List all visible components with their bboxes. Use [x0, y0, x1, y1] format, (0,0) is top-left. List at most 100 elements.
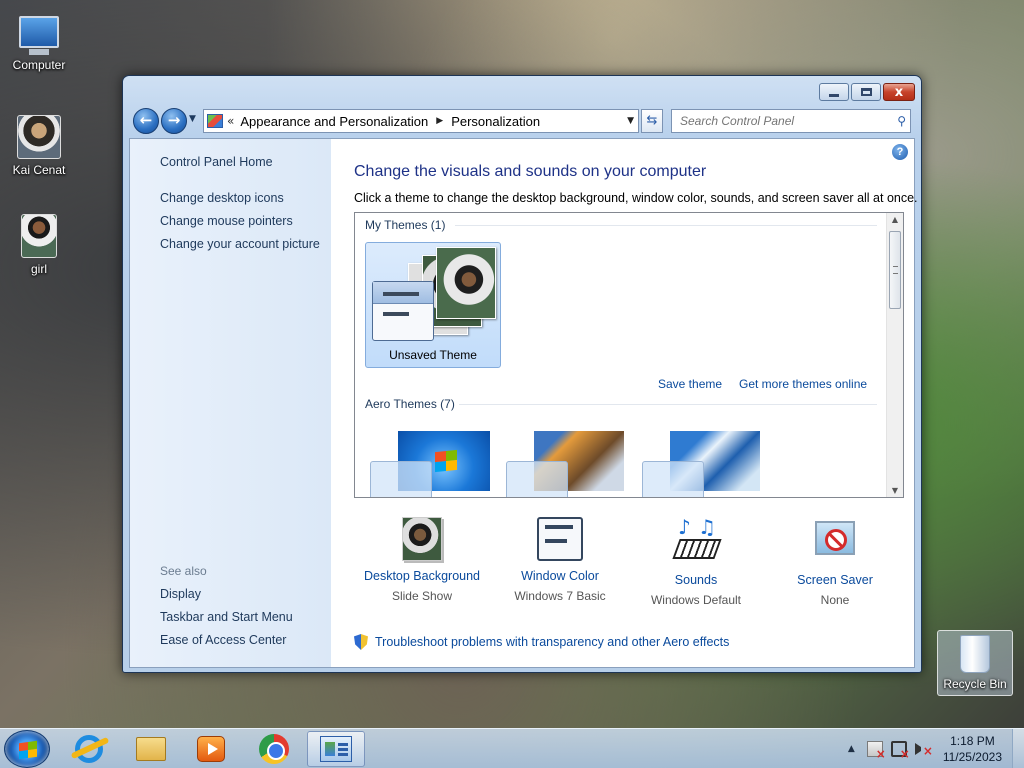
group-divider [459, 404, 877, 405]
folder-icon [136, 737, 166, 761]
breadcrumb-personalization[interactable]: Personalization [451, 114, 540, 129]
address-bar[interactable]: « Appearance and Personalization ▶ Perso… [203, 109, 639, 133]
address-dropdown-icon[interactable]: ▼ [627, 116, 634, 126]
taskbar-control-panel[interactable] [307, 731, 365, 767]
theme-unsaved[interactable]: Unsaved Theme [365, 242, 501, 368]
breadcrumb-separator-icon[interactable]: ▶ [436, 116, 443, 126]
page-title: Change the visuals and sounds on your co… [354, 163, 707, 180]
arrow-left-icon: ← [139, 111, 153, 129]
show-desktop-button[interactable] [1012, 729, 1024, 768]
my-themes-heading: My Themes (1) [365, 218, 446, 232]
group-divider [455, 225, 877, 226]
search-input[interactable] [680, 114, 880, 128]
close-button[interactable]: x [883, 83, 915, 101]
shield-icon [354, 634, 368, 650]
setting-title: Desktop Background [363, 569, 481, 583]
screen-saver-button[interactable]: Screen Saver None [765, 517, 905, 607]
window-preview-icon [642, 461, 704, 497]
desktop-icon-label: Kai Cenat [12, 163, 66, 177]
theme-settings: Desktop Background Slide Show Window Col… [354, 517, 904, 617]
sidebar-link-display[interactable]: Display [160, 587, 201, 601]
search-icon[interactable]: ⚲ [897, 114, 906, 128]
recent-pages-dropdown[interactable]: ▼ [189, 114, 196, 124]
main-panel: ? Change the visuals and sounds on your … [331, 139, 918, 667]
aero-themes-heading: Aero Themes (7) [365, 397, 455, 411]
clock-time: 1:18 PM [950, 734, 995, 748]
content-area: Control Panel Home Change desktop icons … [129, 138, 918, 668]
themes-scrollbar[interactable]: ▲ ▼ [886, 213, 903, 497]
show-hidden-icons-icon[interactable]: ▲ [848, 744, 855, 754]
title-bar[interactable]: x [123, 76, 921, 106]
desktop-icon-computer[interactable]: Computer [1, 8, 77, 72]
window-color-icon [537, 517, 583, 561]
breadcrumb-overflow[interactable]: « [227, 114, 234, 128]
page-subtitle: Click a theme to change the desktop back… [354, 191, 918, 205]
desktop-background-button[interactable]: Desktop Background Slide Show [352, 517, 492, 603]
start-button[interactable] [4, 730, 50, 768]
media-player-icon [197, 736, 225, 762]
troubleshoot-label: Troubleshoot problems with transparency … [375, 635, 730, 649]
theme-aero-architecture[interactable] [501, 431, 631, 497]
search-box[interactable]: ⚲ [671, 109, 911, 133]
setting-value: Windows Default [650, 593, 742, 607]
scroll-up-icon[interactable]: ▲ [887, 215, 903, 224]
taskbar-internet-explorer[interactable] [60, 731, 118, 767]
taskbar-media-player[interactable] [182, 731, 240, 767]
image-file-icon [21, 214, 57, 258]
network-icon[interactable] [890, 741, 910, 761]
sounds-icon: ♪ ♫ [672, 517, 722, 565]
minimize-button[interactable] [819, 83, 849, 101]
desktop-icon-label: girl [30, 262, 47, 276]
windows-logo-icon [19, 740, 37, 760]
taskbar-chrome[interactable] [245, 731, 303, 767]
desktop-icon-label: Recycle Bin [943, 677, 1007, 691]
window-preview-icon [506, 461, 568, 497]
themes-list: My Themes (1) Unsaved Theme Save theme G… [354, 212, 904, 498]
sidebar-link-ease-of-access[interactable]: Ease of Access Center [160, 633, 286, 647]
action-center-icon[interactable] [866, 741, 886, 761]
sidebar-link-taskbar-start-menu[interactable]: Taskbar and Start Menu [160, 610, 293, 624]
maximize-button[interactable] [851, 83, 881, 101]
troubleshoot-link[interactable]: Troubleshoot problems with transparency … [354, 634, 729, 650]
sidebar-link-control-panel-home[interactable]: Control Panel Home [160, 155, 273, 169]
forward-button[interactable]: → [161, 108, 187, 134]
theme-aero-characters[interactable] [637, 431, 767, 497]
clock[interactable]: 1:18 PM 11/25/2023 [943, 733, 1002, 765]
desktop-icon-label: Computer [12, 58, 66, 72]
sidebar-link-change-desktop-icons[interactable]: Change desktop icons [160, 191, 284, 205]
screen-saver-icon [811, 517, 859, 565]
taskbar-windows-explorer[interactable] [122, 731, 180, 767]
scroll-thumb[interactable] [889, 231, 901, 309]
setting-value: Slide Show [391, 589, 453, 603]
get-more-themes-link[interactable]: Get more themes online [739, 377, 867, 391]
desktop-icon-recycle-bin[interactable]: Recycle Bin [937, 630, 1013, 696]
setting-title: Screen Saver [797, 573, 873, 587]
sidebar-link-change-mouse-pointers[interactable]: Change mouse pointers [160, 214, 293, 228]
personalization-window: x ← → ▼ « Appearance and Personalization… [122, 75, 922, 673]
setting-title: Window Color [521, 569, 599, 583]
windows-logo-icon [435, 449, 457, 473]
save-theme-link[interactable]: Save theme [658, 377, 722, 391]
control-panel-icon [320, 736, 352, 762]
setting-title: Sounds [674, 573, 718, 587]
volume-muted-icon[interactable] [914, 743, 933, 758]
scroll-down-icon[interactable]: ▼ [887, 486, 903, 495]
sidebar-link-change-account-picture[interactable]: Change your account picture [160, 237, 320, 251]
taskbar: ▲ 1:18 PM 11/25/2023 [0, 728, 1024, 768]
see-also-heading: See also [160, 564, 207, 578]
setting-value: Windows 7 Basic [514, 589, 606, 603]
theme-aero-windows7[interactable] [365, 431, 495, 497]
desktop-icon-kai-cenat[interactable]: Kai Cenat [1, 115, 77, 177]
desktop-background-icon [402, 517, 442, 561]
minimize-icon [829, 93, 839, 97]
breadcrumb-appearance[interactable]: Appearance and Personalization [240, 114, 428, 129]
refresh-button[interactable]: ⇆ [641, 109, 663, 133]
close-icon: x [894, 84, 904, 100]
sounds-button[interactable]: ♪ ♫ Sounds Windows Default [626, 517, 766, 607]
back-button[interactable]: ← [133, 108, 159, 134]
arrow-right-icon: → [167, 111, 181, 129]
recycle-bin-icon [960, 635, 990, 673]
desktop-icon-girl[interactable]: girl [1, 214, 77, 276]
window-color-button[interactable]: Window Color Windows 7 Basic [490, 517, 630, 603]
help-icon[interactable]: ? [892, 144, 908, 160]
